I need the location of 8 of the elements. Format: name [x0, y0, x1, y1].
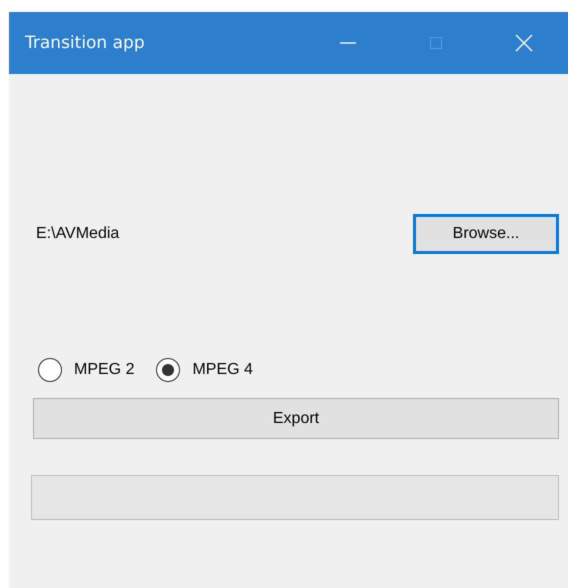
window-title: Transition app: [25, 33, 145, 53]
format-radio[interactable]: MPEG 4: [156, 358, 253, 382]
browse-button[interactable]: Browse...: [413, 214, 559, 254]
radio-circle[interactable]: [156, 358, 180, 382]
radio-circle[interactable]: [38, 358, 62, 382]
folder-path: E:\AVMedia: [36, 225, 120, 243]
format-radio[interactable]: MPEG 2: [38, 358, 134, 382]
export-button[interactable]: Export: [33, 398, 559, 439]
